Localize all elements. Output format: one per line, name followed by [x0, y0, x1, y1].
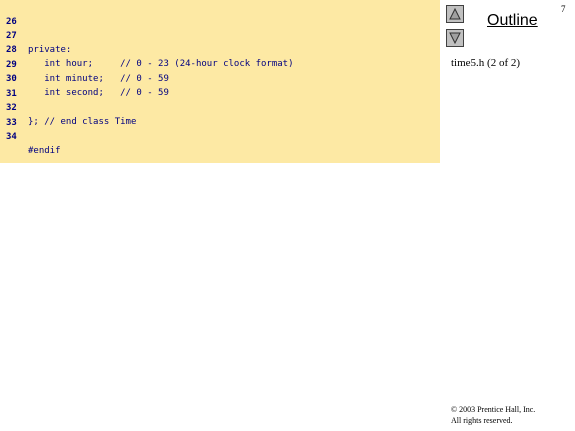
triangle-up-icon [449, 7, 461, 20]
code-line: 34 #endif [0, 116, 61, 156]
copyright-notice: © 2003 Prentice Hall, Inc. All rights re… [451, 404, 535, 426]
slide-number: 7 [561, 4, 566, 14]
next-slide-button[interactable] [446, 29, 464, 47]
code-line: 31 [0, 73, 22, 99]
code-line: 32 }; // end class Time [0, 87, 136, 127]
code-line: 29 int minute; // 0 - 59 [0, 44, 169, 84]
code-line: 27 private: [0, 15, 71, 55]
line-code: private: [28, 45, 72, 55]
outline-title[interactable]: Outline [487, 12, 538, 30]
file-label: time5.h (2 of 2) [451, 57, 521, 69]
code-panel: 26 27 private: 28 int hour; // 0 - 23 (2… [0, 0, 440, 163]
copyright-line: © 2003 Prentice Hall, Inc. [451, 405, 536, 414]
code-line: 30 int second; // 0 - 59 [0, 58, 169, 98]
line-code: int minute; // 0 - 59 [28, 74, 169, 84]
code-line: 26 [0, 1, 22, 27]
rights-line: All rights reserved. [451, 416, 513, 425]
line-code: }; // end class Time [28, 117, 137, 127]
triangle-down-icon [449, 32, 461, 45]
line-code: int second; // 0 - 59 [28, 88, 169, 98]
code-line: 28 int hour; // 0 - 23 (24-hour clock fo… [0, 29, 294, 69]
line-code: int hour; // 0 - 23 (24-hour clock forma… [28, 59, 294, 69]
line-code: #endif [28, 146, 61, 156]
code-line: 33 [0, 102, 22, 128]
previous-slide-button[interactable] [446, 5, 464, 23]
line-number: 34 [6, 132, 17, 142]
